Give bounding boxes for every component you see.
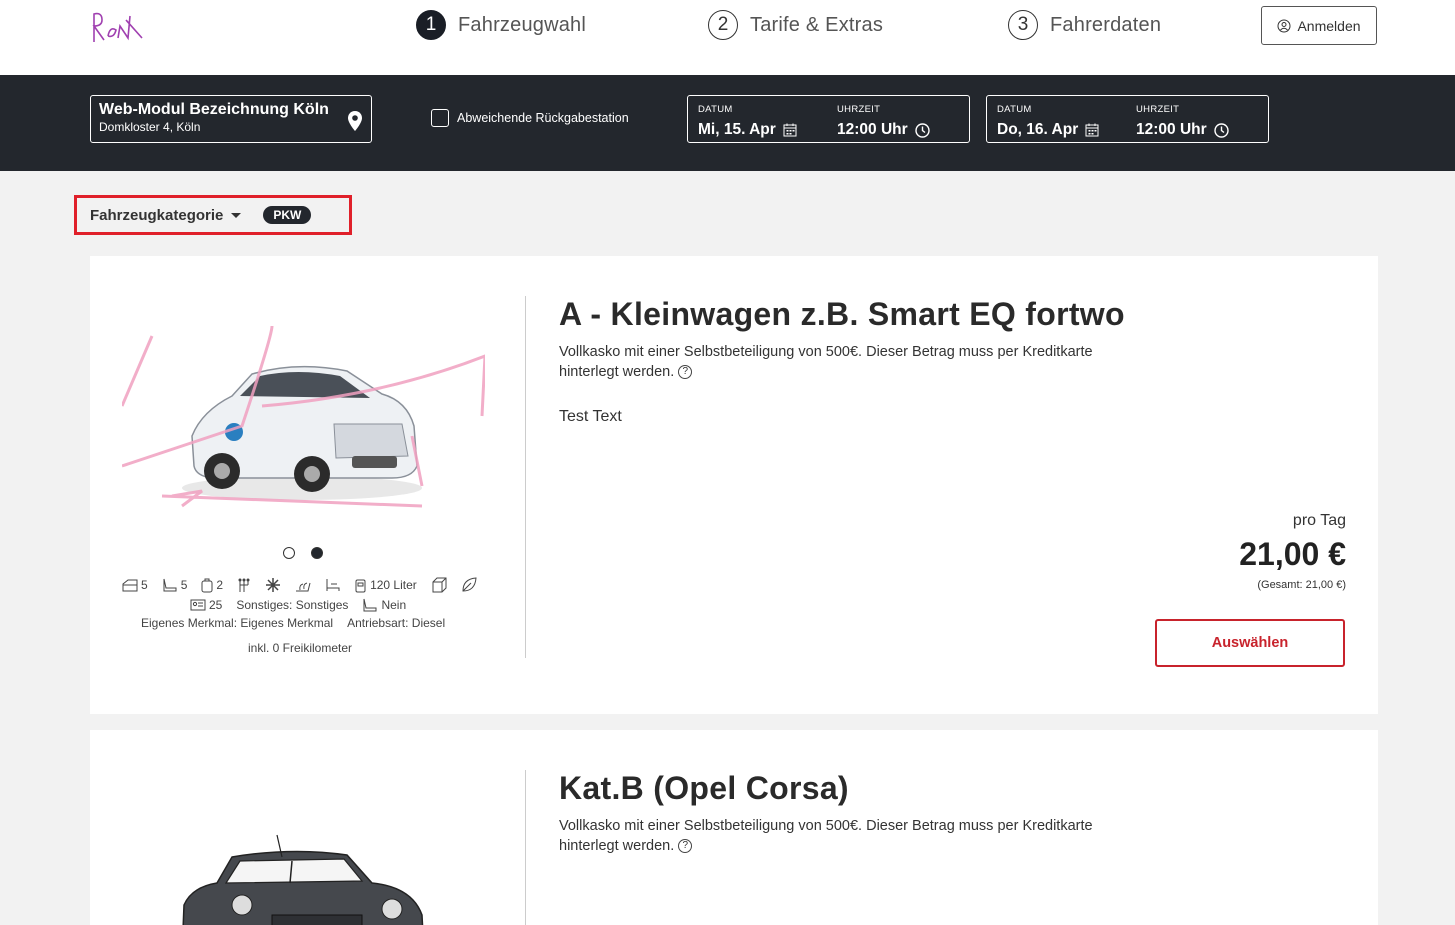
child-seat-feature: Nein xyxy=(362,598,406,612)
luggage-icon xyxy=(201,578,213,592)
leaf-icon xyxy=(462,577,477,592)
return-label: Abweichende Rückgabestation xyxy=(457,111,629,125)
gearbox-icon xyxy=(238,578,250,592)
price-total: (Gesamt: 21,00 €) xyxy=(1257,579,1346,591)
seats-feature: 5 xyxy=(162,578,188,592)
step-label: Fahrzeugwahl xyxy=(458,13,587,36)
step-driver-data[interactable]: 3 Fahrerdaten xyxy=(1008,10,1161,40)
location-picker[interactable]: Web-Modul Bezeichnung Köln Domkloster 4,… xyxy=(90,95,372,143)
vehicle-title: Kat.B (Opel Corsa) xyxy=(559,770,849,806)
pickup-time[interactable]: 12:00 Uhr xyxy=(837,121,930,139)
filter-label: Fahrzeugkategorie xyxy=(90,206,224,224)
step-number: 3 xyxy=(1008,10,1038,40)
pickup-time-value: 12:00 Uhr xyxy=(837,121,908,138)
child-seat-value: Nein xyxy=(381,598,407,612)
return-date-value: Do, 16. Apr xyxy=(997,121,1079,138)
caret-down-icon xyxy=(231,212,242,218)
feature-row-2: 25 Sonstiges: Sonstiges Nein xyxy=(190,598,406,612)
different-return-toggle[interactable]: Abweichende Rückgabestation xyxy=(431,109,629,127)
return-time-caption: UHRZEIT xyxy=(1136,104,1180,115)
login-label: Anmelden xyxy=(1297,17,1361,34)
vehicle-title: A - Kleinwagen z.B. Smart EQ fortwo xyxy=(559,296,1125,332)
free-km-value: inkl. 0 Freikilometer xyxy=(248,641,353,655)
tank-feature: 120 Liter xyxy=(355,578,417,593)
calendar-icon xyxy=(783,123,797,137)
feature-row-1: 5 5 2 120 Liter xyxy=(122,577,477,593)
help-icon[interactable]: ? xyxy=(678,365,693,380)
image-carousel-dots xyxy=(283,547,323,559)
seat-icon xyxy=(163,578,177,592)
pickup-date-caption: DATUM xyxy=(698,104,733,115)
doors-feature: 5 xyxy=(122,578,148,592)
user-icon xyxy=(1277,19,1291,32)
search-bar: Web-Modul Bezeichnung Köln Domkloster 4,… xyxy=(0,75,1455,171)
price-per-day: 21,00 € xyxy=(1239,536,1346,572)
vehicle-category-filter[interactable]: Fahrzeugkategorie PKW xyxy=(74,195,352,235)
vehicle-image[interactable] xyxy=(122,825,485,925)
step-tariffs-extras[interactable]: 2 Tarife & Extras xyxy=(708,10,883,40)
car-door-icon xyxy=(122,579,138,591)
step-label: Fahrerdaten xyxy=(1050,13,1162,36)
own-feature: Eigenes Merkmal: Eigenes Merkmal xyxy=(141,616,334,630)
insurance-info: Vollkasko mit einer Selbstbeteiligung vo… xyxy=(559,816,1119,856)
seats-value: 5 xyxy=(180,578,188,592)
insurance-text: Vollkasko mit einer Selbstbeteiligung vo… xyxy=(559,344,1093,380)
pickup-date-value: Mi, 15. Apr xyxy=(698,121,776,138)
insurance-text: Vollkasko mit einer Selbstbeteiligung vo… xyxy=(559,818,1093,854)
fuel-icon xyxy=(355,579,366,592)
min-age-feature: 25 xyxy=(190,598,222,612)
step-vehicle-selection[interactable]: 1 Fahrzeugwahl xyxy=(416,10,586,40)
return-time-value: 12:00 Uhr xyxy=(1136,121,1207,138)
card-divider xyxy=(525,296,526,658)
vehicle-card: Kat.B (Opel Corsa) Vollkasko mit einer S… xyxy=(90,730,1378,925)
drive-type-feature: Antriebsart: Diesel xyxy=(347,616,446,630)
map-pin-icon xyxy=(348,111,362,131)
bags-value: 2 xyxy=(216,578,224,592)
seat-icon xyxy=(363,598,377,612)
insurance-info: Vollkasko mit einer Selbstbeteiligung vo… xyxy=(559,342,1119,382)
feature-row-3: Eigenes Merkmal: Eigenes Merkmal Antrieb… xyxy=(141,616,445,630)
child-seat-icon xyxy=(326,579,340,591)
vehicle-description: Test Text xyxy=(559,408,622,425)
carousel-dot[interactable] xyxy=(283,547,295,559)
clock-icon xyxy=(1213,122,1229,138)
cube-icon xyxy=(432,577,447,593)
pickup-datetime[interactable]: DATUM UHRZEIT Mi, 15. Apr 12:00 Uhr xyxy=(687,95,970,143)
id-card-icon xyxy=(190,599,206,611)
step-number: 2 xyxy=(708,10,738,40)
return-date[interactable]: Do, 16. Apr xyxy=(997,121,1099,139)
vehicle-image[interactable] xyxy=(122,316,485,526)
heated-seat-icon xyxy=(296,582,311,592)
select-vehicle-button[interactable]: Auswählen xyxy=(1155,619,1345,667)
location-address: Domkloster 4, Köln xyxy=(99,120,201,134)
login-button[interactable]: Anmelden xyxy=(1261,6,1377,45)
misc-feature: Sonstiges: Sonstiges xyxy=(236,598,349,612)
pickup-date[interactable]: Mi, 15. Apr xyxy=(698,121,797,139)
brand-logo[interactable] xyxy=(88,8,144,48)
vehicle-card: 5 5 2 120 Liter 25 Sonstiges: Sonstiges … xyxy=(90,256,1378,714)
air-conditioning-icon xyxy=(266,578,281,592)
step-label: Tarife & Extras xyxy=(750,13,884,36)
return-checkbox[interactable] xyxy=(431,109,449,127)
top-header: 1 Fahrzeugwahl 2 Tarife & Extras 3 Fahre… xyxy=(0,0,1455,75)
min-age-value: 25 xyxy=(209,598,223,612)
free-km-info: inkl. 0 Freikilometer xyxy=(248,641,352,655)
step-number: 1 xyxy=(416,10,446,40)
help-icon[interactable]: ? xyxy=(678,839,693,854)
tank-value: 120 Liter xyxy=(370,578,417,592)
bags-feature: 2 xyxy=(201,578,223,593)
return-time[interactable]: 12:00 Uhr xyxy=(1136,121,1229,139)
return-datetime[interactable]: DATUM UHRZEIT Do, 16. Apr 12:00 Uhr xyxy=(986,95,1269,143)
doors-value: 5 xyxy=(141,578,148,592)
location-name: Web-Modul Bezeichnung Köln xyxy=(99,101,329,118)
return-date-caption: DATUM xyxy=(997,104,1032,115)
calendar-icon xyxy=(1085,123,1099,137)
category-badge[interactable]: PKW xyxy=(263,206,312,224)
pickup-time-caption: UHRZEIT xyxy=(837,104,881,115)
price-caption: pro Tag xyxy=(1292,512,1346,529)
clock-icon xyxy=(914,122,930,138)
card-divider xyxy=(525,770,526,925)
carousel-dot-active[interactable] xyxy=(311,547,323,559)
